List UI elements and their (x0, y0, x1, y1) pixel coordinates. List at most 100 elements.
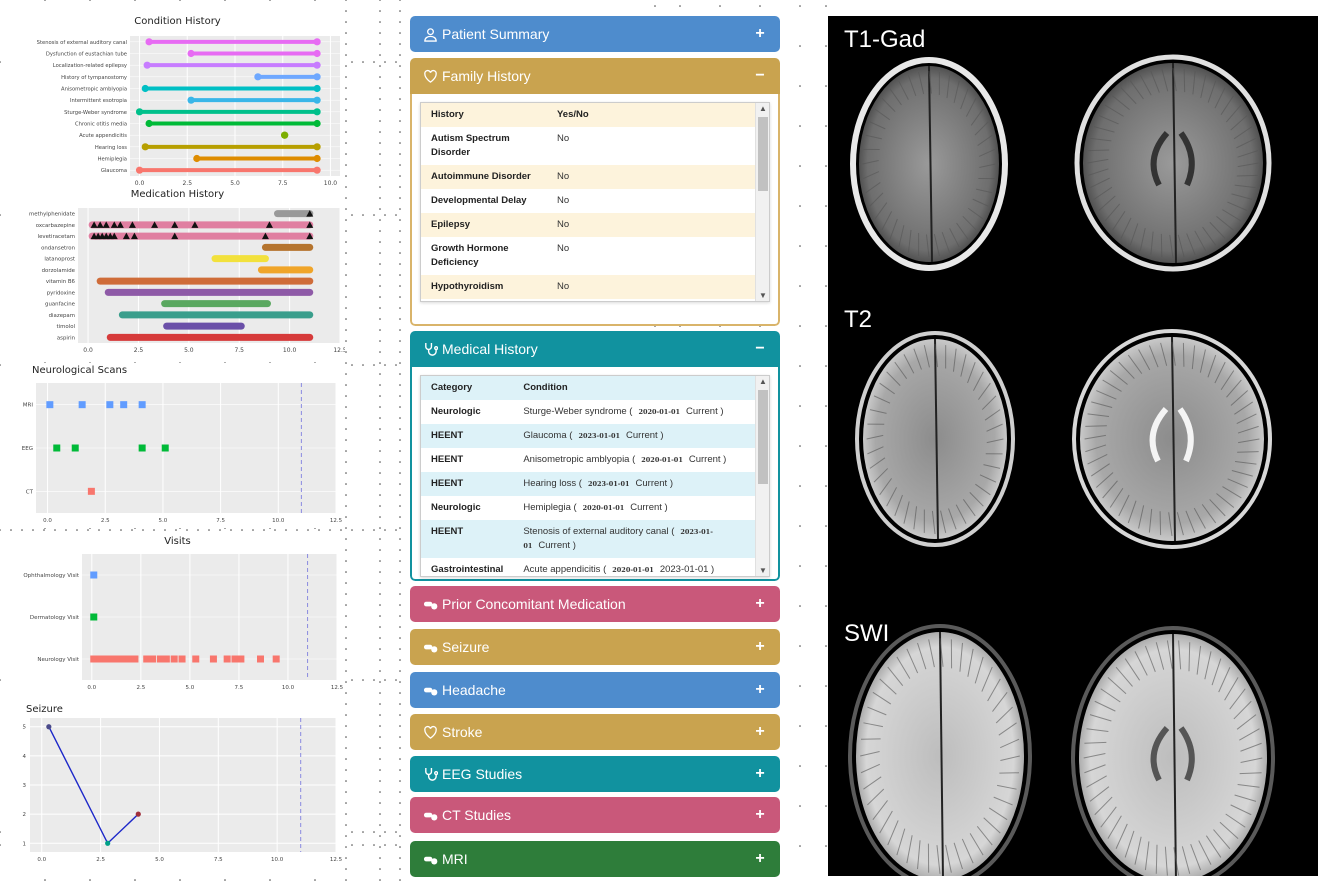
scrollbar[interactable]: ▲ ▼ (755, 103, 769, 301)
family-history-table[interactable]: History Yes/No Autism Spectrum Disorder N… (420, 102, 770, 302)
dot (399, 131, 401, 133)
y-tick-label: Sturge-Weber syndrome (64, 110, 127, 116)
table-row[interactable]: Hypothyroidism No (421, 275, 761, 299)
y-tick-label: 3 (23, 783, 27, 789)
collapse-icon[interactable]: − (752, 340, 768, 358)
end-date: Current ) (538, 540, 576, 551)
expand-icon[interactable]: + (752, 723, 768, 741)
visits-plot: 0.0 2.5 5.0 7.5 10.0 12.5 Ophthalmology Visit D… (23, 554, 344, 691)
medical-history-table[interactable]: Category Condition Neurologic Sturge-Webe… (420, 375, 770, 577)
patient-summary-header[interactable]: Patient Summary + (410, 16, 780, 52)
history-cell: Epilepsy (431, 219, 471, 230)
scroll-down-icon[interactable]: ▼ (756, 566, 769, 575)
dot (825, 45, 827, 47)
table-row[interactable]: Neurologic Sturge-Weber syndrome (2020-01… (421, 400, 761, 424)
heart-icon (422, 724, 438, 740)
dot (307, 529, 309, 531)
condition-name: Sturge-Weber syndrome ( (523, 406, 633, 417)
history-cell: Autoimmune Disorder (431, 171, 531, 182)
dot (362, 831, 364, 833)
dot (379, 472, 381, 474)
dot (379, 43, 381, 45)
x-tick-label: 0.0 (87, 685, 96, 691)
table-row[interactable]: Neurologic Hemiplegia (2020-01-01 Current … (421, 496, 761, 520)
scrollbar[interactable]: ▲ ▼ (755, 376, 769, 576)
table-row[interactable]: HEENT Anisometropic amblyopia (2020-01-01… (421, 448, 761, 472)
dot (44, 0, 46, 1)
table-row[interactable]: Developmental Delay No (421, 189, 761, 213)
prior-concomitant-medication-header[interactable]: Prior Concomitant Medication + (410, 586, 780, 622)
expand-icon[interactable]: + (752, 681, 768, 699)
dot (395, 364, 397, 366)
dot (384, 529, 386, 531)
seizure-header[interactable]: Seizure + (410, 629, 780, 665)
dot (825, 565, 827, 567)
table-row[interactable]: HEENT Stenosis of external auditory canal… (421, 520, 761, 558)
eeg-studies-header[interactable]: EEG Studies + (410, 756, 780, 792)
dot (379, 813, 381, 815)
dot (379, 681, 381, 683)
dot (345, 406, 347, 408)
dot (345, 32, 347, 34)
dot (345, 43, 347, 45)
dot (345, 549, 347, 551)
dot (379, 736, 381, 738)
mri-header[interactable]: MRI + (410, 841, 780, 877)
dot (399, 285, 401, 287)
condition-cell: Stenosis of external auditory canal (202… (513, 520, 761, 558)
table-row[interactable]: HyperthyroidismNo (421, 299, 761, 301)
dot (32, 529, 34, 531)
headache-header[interactable]: Headache + (410, 672, 780, 708)
table-row[interactable]: HEENT Glaucoma (2023-01-01 Current ) (421, 424, 761, 448)
condition-name: Hemiplegia ( (523, 502, 577, 513)
expand-icon[interactable]: + (752, 595, 768, 613)
table-row[interactable]: Gastrointestinal Acute appendicitis (2020… (421, 558, 761, 576)
dot (399, 802, 401, 804)
start-point (141, 143, 149, 151)
expand-icon[interactable]: + (752, 25, 768, 43)
dot (825, 245, 827, 247)
table-row[interactable]: Epilepsy No (421, 213, 761, 237)
table-row[interactable]: HEENT Hearing loss (2023-01-01 Current ) (421, 472, 761, 496)
dot (379, 307, 381, 309)
table-row[interactable]: Autoimmune Disorder No (421, 165, 761, 189)
dot (399, 142, 401, 144)
dot (345, 769, 347, 771)
table-row[interactable]: Autism Spectrum Disorder No (421, 127, 761, 165)
chart-title: Medication History (130, 189, 225, 200)
dot (399, 395, 401, 397)
dot (345, 109, 347, 111)
dot (89, 879, 91, 881)
accordion-mri: MRI + (410, 841, 780, 877)
expand-icon[interactable]: + (752, 850, 768, 868)
accordion-ct-studies: CT Studies + (410, 797, 780, 833)
dot (345, 318, 347, 320)
scrollbar-thumb[interactable] (758, 390, 768, 484)
scroll-down-icon[interactable]: ▼ (756, 291, 769, 300)
dot (109, 529, 111, 531)
expand-icon[interactable]: + (752, 806, 768, 824)
family-history-header[interactable]: Family History − (410, 58, 780, 94)
dot (373, 364, 375, 366)
dot (379, 142, 381, 144)
scrollbar-thumb[interactable] (758, 117, 768, 191)
scroll-up-icon[interactable]: ▲ (756, 104, 769, 113)
scroll-up-icon[interactable]: ▲ (756, 377, 769, 386)
x-tick-label: 2.5 (96, 857, 105, 863)
dot (399, 197, 401, 199)
expand-icon[interactable]: + (752, 765, 768, 783)
medical-history-header[interactable]: Medical History − (410, 331, 780, 367)
dot (345, 868, 347, 870)
dot (241, 529, 243, 531)
dot (825, 5, 827, 7)
dot (379, 351, 381, 353)
dot (379, 197, 381, 199)
dot (399, 263, 401, 265)
collapse-icon[interactable]: − (752, 67, 768, 85)
stroke-header[interactable]: Stroke + (410, 714, 780, 750)
ct-studies-header[interactable]: CT Studies + (410, 797, 780, 833)
table-row[interactable]: Growth Hormone Deficiency No (421, 237, 761, 275)
dot (345, 615, 347, 617)
y-tick-label: CT (26, 489, 34, 495)
expand-icon[interactable]: + (752, 638, 768, 656)
